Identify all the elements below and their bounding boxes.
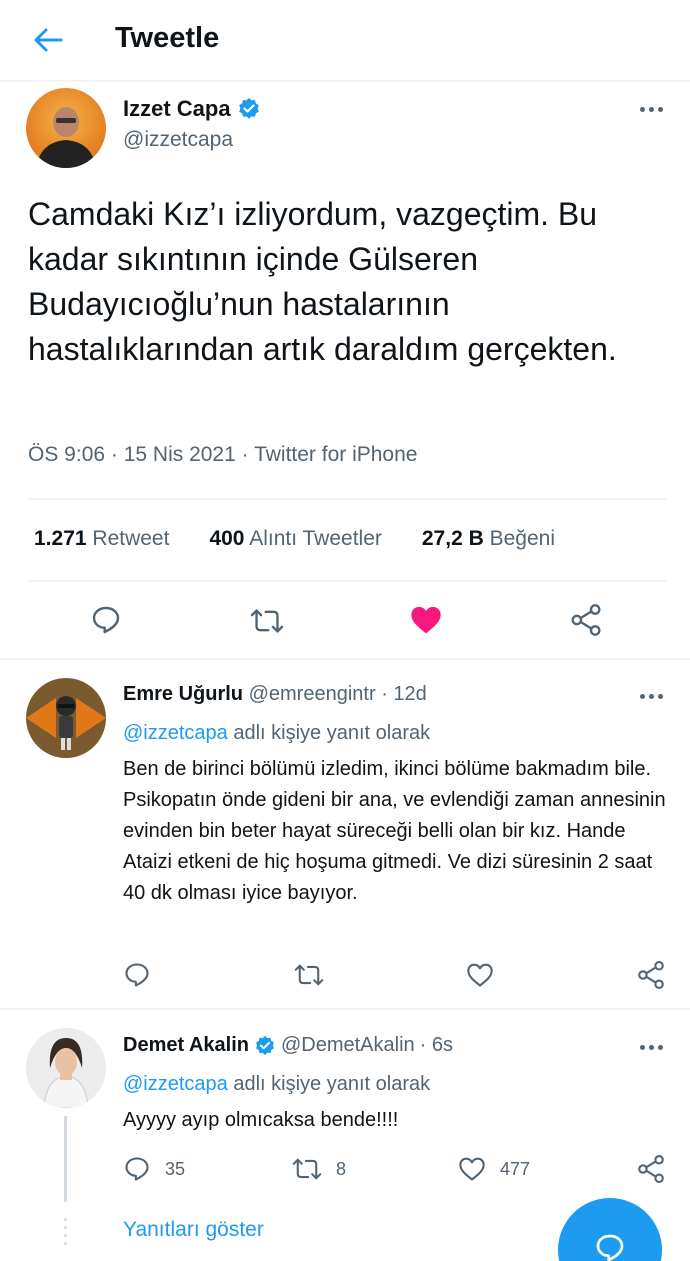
avatar-image	[26, 88, 106, 168]
page-title: Tweetle	[115, 22, 220, 54]
retweet-button[interactable]	[294, 962, 324, 988]
avatar-izzet-capa[interactable]	[26, 88, 106, 168]
retweets-count: 1.271	[34, 527, 87, 550]
quotes-stat[interactable]: 400 Alıntı Tweetler	[209, 527, 381, 551]
section-divider	[0, 1008, 690, 1010]
share-icon	[638, 1155, 664, 1183]
likes-stat[interactable]: 27,2 B Beğeni	[422, 527, 555, 551]
top-bar: Tweetle	[0, 0, 690, 82]
reply-context: @izzetcapa adlı kişiye yanıt olarak	[123, 1073, 430, 1096]
reply-button[interactable]: 35	[123, 1155, 185, 1183]
more-dots-icon	[639, 693, 663, 699]
reply-icon	[125, 963, 149, 987]
reply-mention-link[interactable]: @izzetcapa	[123, 722, 228, 744]
verified-badge-icon	[238, 98, 259, 119]
reply-time: · 6s	[419, 1034, 453, 1056]
reply-text: Ben de birinci bölümü izledim, ikinci bö…	[123, 758, 666, 904]
reply-button[interactable]	[123, 961, 151, 989]
reply-author-handle[interactable]: @emreengintr	[249, 683, 376, 705]
heart-filled-icon	[411, 606, 441, 634]
like-button[interactable]: 477	[458, 1156, 530, 1182]
more-options-button[interactable]	[631, 94, 671, 124]
like-button[interactable]	[410, 605, 442, 635]
arrow-left-icon	[34, 28, 63, 52]
more-dots-icon	[639, 1044, 663, 1050]
quotes-count: 400	[209, 527, 245, 550]
reply-icon	[92, 606, 120, 634]
like-button[interactable]	[466, 962, 494, 988]
reply-author-name[interactable]: Emre Uğurlu	[123, 683, 243, 705]
retweet-button[interactable]: 8	[292, 1156, 346, 1182]
retweets-stat[interactable]: 1.271 Retweet	[34, 527, 169, 551]
retweet-icon	[294, 964, 324, 986]
reply-more-options-button[interactable]	[631, 681, 671, 711]
reply-context-text: adlı kişiye yanıt olarak	[227, 722, 431, 744]
divider	[28, 498, 666, 500]
compose-reply-button[interactable]	[558, 1198, 662, 1261]
tweet-stats: 1.271 Retweet 400 Alıntı Tweetler 27,2 B…	[34, 527, 595, 551]
show-replies-link[interactable]: Yanıtları göster	[123, 1218, 264, 1242]
author-name-row[interactable]: Izzet Capa	[123, 96, 261, 122]
retweet-count: 8	[336, 1158, 347, 1179]
thread-line	[64, 1116, 67, 1202]
retweets-label: Retweet	[92, 527, 170, 550]
heart-icon	[459, 1157, 485, 1181]
reply-text: Ayyyy ayıp olmıcaksa bende!!!!	[123, 1109, 399, 1131]
avatar-image	[26, 678, 106, 758]
reply-more-options-button[interactable]	[631, 1032, 671, 1062]
author-name: Izzet Capa	[123, 96, 231, 121]
heart-icon	[467, 963, 493, 987]
share-button[interactable]	[637, 1154, 665, 1184]
likes-count: 27,2 B	[421, 527, 484, 550]
section-divider	[0, 658, 690, 660]
retweet-button[interactable]	[250, 606, 284, 636]
reply-button[interactable]	[90, 604, 122, 636]
retweet-icon	[250, 609, 284, 633]
reply-header: Emre Uğurlu @emreengintr · 12d	[123, 683, 427, 706]
reply-icon	[596, 1234, 624, 1261]
tweet-text: Camdaki Kız’ı izliyordum, vazgeçtim. Bu …	[28, 196, 617, 367]
reply-context-text: adlı kişiye yanıt olarak	[227, 1073, 431, 1095]
share-icon	[571, 604, 601, 636]
reply-time: · 12d	[381, 683, 427, 705]
reply-count: 35	[165, 1158, 186, 1179]
likes-label: Beğeni	[489, 527, 555, 550]
author-handle[interactable]: @izzetcapa	[123, 128, 233, 152]
back-button[interactable]	[28, 22, 68, 58]
reply-author-name[interactable]: Demet Akalin	[123, 1034, 249, 1057]
reply-icon	[125, 1157, 149, 1181]
share-button[interactable]	[637, 960, 665, 990]
reply-author-handle[interactable]: @DemetAkalin	[281, 1034, 415, 1057]
avatar-demet-akalin[interactable]	[26, 1028, 106, 1108]
avatar-emre-ugurlu[interactable]	[26, 678, 106, 758]
retweet-icon	[292, 1158, 322, 1180]
like-count: 477	[500, 1158, 531, 1179]
more-dots-icon	[639, 106, 663, 112]
verified-badge-icon	[255, 1035, 274, 1055]
thread-dots	[64, 1218, 67, 1245]
reply-mention-link[interactable]: @izzetcapa	[123, 1073, 228, 1095]
reply-context: @izzetcapa adlı kişiye yanıt olarak	[123, 722, 430, 745]
tweet-meta: ÖS 9:06 · 15 Nis 2021 · Twitter for iPho…	[28, 443, 418, 466]
share-button[interactable]	[570, 603, 602, 637]
quotes-label: Alıntı Tweetler	[249, 527, 382, 550]
share-icon	[638, 961, 664, 989]
avatar-image	[26, 1028, 106, 1108]
reply-header: Demet Akalin @DemetAkalin · 6s	[123, 1034, 453, 1057]
divider	[28, 580, 666, 582]
